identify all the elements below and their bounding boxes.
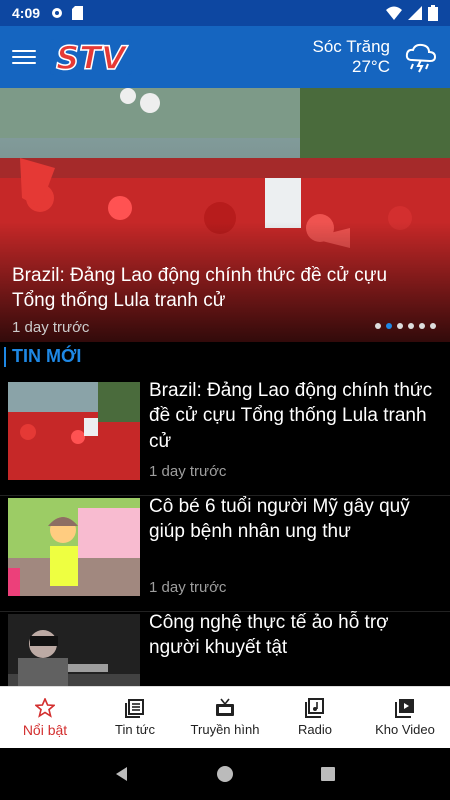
- section-bar: [4, 346, 6, 367]
- news-time: 1 day trước: [149, 579, 227, 596]
- hero-time: 1 day trước: [12, 319, 90, 336]
- cloud-rain-lightning-icon: [405, 43, 437, 73]
- news-item[interactable]: Brazil: Đảng Lao động chính thức đề cử c…: [0, 380, 450, 496]
- signal-icon: [408, 6, 422, 20]
- carousel-dot-active[interactable]: [386, 323, 392, 329]
- carousel-dot[interactable]: [408, 323, 414, 329]
- battery-icon: [428, 5, 438, 21]
- stv-logo[interactable]: STV: [50, 39, 132, 75]
- settings-icon: [52, 8, 63, 18]
- nav-label: Tin tức: [114, 722, 155, 737]
- weather-widget[interactable]: Sóc Trăng 27°C: [313, 37, 391, 78]
- system-navigation-bar: [0, 748, 450, 800]
- news-title: Công nghệ thực tế ảo hỗ trợ người khuyết…: [149, 612, 389, 659]
- bottom-navigation: Nổi bật Tin tức Truyền hình Radio Kho Vi…: [0, 686, 450, 748]
- status-bar: 4:09: [0, 0, 450, 26]
- radio-icon: [305, 698, 324, 718]
- nav-label: Radio: [298, 722, 332, 737]
- nav-noi-bat[interactable]: Nổi bật: [0, 687, 90, 748]
- nav-tin-tuc[interactable]: Tin tức: [90, 687, 180, 748]
- menu-button[interactable]: [12, 45, 36, 69]
- status-time: 4:09: [12, 5, 41, 21]
- hero-title: Brazil: Đảng Lao động chính thức đề cử c…: [12, 265, 388, 311]
- weather-city: Sóc Trăng: [312, 36, 391, 56]
- weather-temperature: 27°C: [352, 57, 390, 76]
- news-thumbnail: [8, 498, 140, 596]
- hero-banner[interactable]: Brazil: Đảng Lao động chính thức đề cử c…: [0, 88, 450, 342]
- tv-icon: [216, 698, 234, 716]
- nav-label: Kho Video: [375, 722, 435, 737]
- news-title: Brazil: Đảng Lao động chính thức đề cử c…: [149, 380, 433, 452]
- nav-truyen-hinh[interactable]: Truyền hình: [180, 687, 270, 748]
- sd-card-icon: [72, 6, 84, 20]
- news-title: Cô bé 6 tuổi người Mỹ gây quỹ giúp bệnh …: [149, 496, 410, 543]
- nav-radio[interactable]: Radio: [270, 687, 360, 748]
- nav-label: Nổi bật: [22, 721, 68, 738]
- section-title: TIN MỚI: [12, 346, 82, 366]
- news-list: Brazil: Đảng Lao động chính thức đề cử c…: [0, 380, 450, 728]
- recents-icon[interactable]: [319, 765, 337, 783]
- section-header: TIN MỚI: [4, 346, 81, 367]
- carousel-dot[interactable]: [419, 323, 425, 329]
- logo-text: STV: [56, 39, 128, 75]
- nav-kho-video[interactable]: Kho Video: [360, 687, 450, 748]
- news-icon: [125, 699, 144, 718]
- nav-label: Truyền hình: [190, 722, 260, 737]
- wifi-icon: [386, 6, 402, 20]
- news-thumbnail: [8, 382, 140, 480]
- carousel-dot[interactable]: [430, 323, 436, 329]
- carousel-indicator[interactable]: [375, 323, 436, 329]
- news-time: 1 day trước: [149, 463, 227, 480]
- app-bar: STV Sóc Trăng 27°C: [0, 26, 450, 88]
- video-library-icon: [395, 699, 414, 718]
- news-item[interactable]: Cô bé 6 tuổi người Mỹ gây quỹ giúp bệnh …: [0, 496, 450, 612]
- back-icon[interactable]: [113, 765, 131, 783]
- home-icon[interactable]: [216, 765, 234, 783]
- carousel-dot[interactable]: [375, 323, 381, 329]
- star-icon: [35, 697, 55, 718]
- carousel-dot[interactable]: [397, 323, 403, 329]
